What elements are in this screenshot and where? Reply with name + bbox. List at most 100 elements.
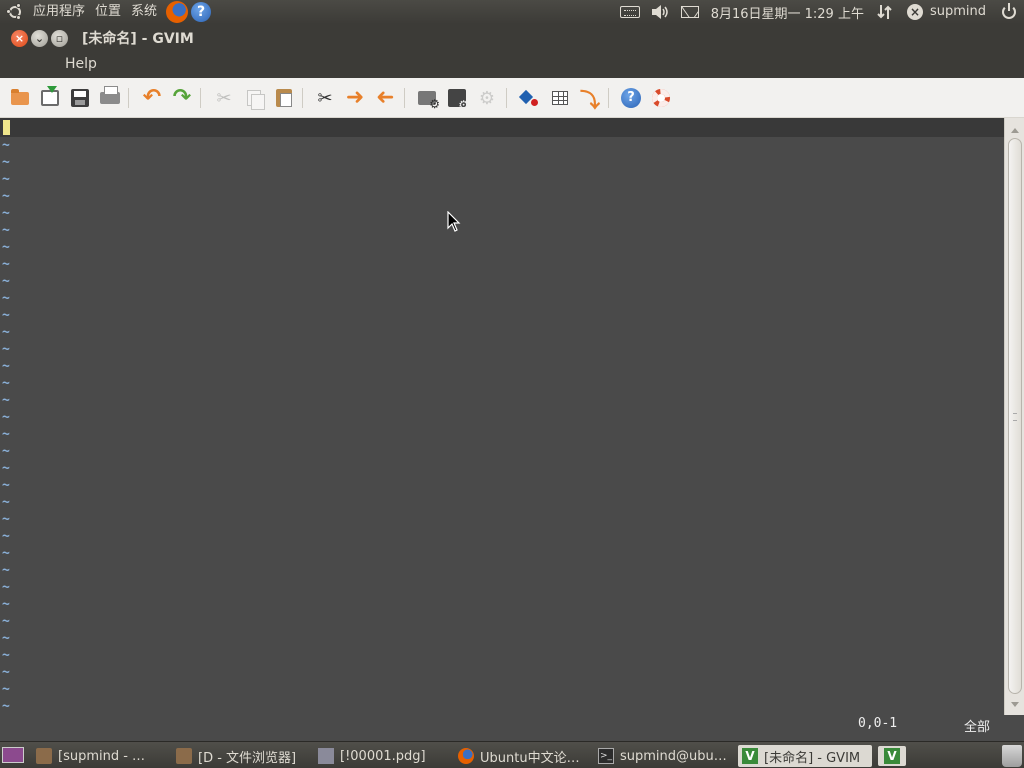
power-icon[interactable] xyxy=(998,1,1020,23)
cursor-position-ruler: 0,0-1 xyxy=(858,716,898,731)
window-titlebar[interactable]: × ⌄ ▫ [未命名] - GVIM xyxy=(0,24,1024,52)
user-status-icon[interactable]: × xyxy=(904,1,926,23)
find-replace-button[interactable]: ✂ xyxy=(313,86,337,110)
redo-button[interactable]: ↷ xyxy=(170,86,194,110)
empty-line-tilde: ~ xyxy=(2,597,10,612)
empty-line-tilde: ~ xyxy=(2,512,10,527)
volume-icon[interactable] xyxy=(649,1,671,23)
jump-to-tag-button[interactable]: ⤵ xyxy=(578,86,602,112)
paste-button[interactable] xyxy=(272,86,296,110)
find-previous-button[interactable]: ➜ xyxy=(373,85,397,110)
firefox-icon xyxy=(458,748,474,764)
arrow-left-icon: ➜ xyxy=(375,85,395,110)
ubuntu-logo-icon[interactable] xyxy=(6,3,24,21)
toolbar-separator xyxy=(404,88,405,108)
taskbar-item-firefox[interactable]: Ubuntu中文论… xyxy=(458,745,590,767)
arrow-right-icon: ➜ xyxy=(345,85,365,110)
toolbar-separator xyxy=(302,88,303,108)
lifebuoy-icon xyxy=(652,89,670,107)
empty-line-tilde: ~ xyxy=(2,359,10,374)
gear-icon: ⚙ xyxy=(478,87,496,109)
cut-button[interactable]: ✂ xyxy=(212,86,236,110)
empty-line-tilde: ~ xyxy=(2,155,10,170)
keyboard-icon[interactable] xyxy=(619,1,641,23)
taskbar-item-file-manager-supmind[interactable]: [supmind - … xyxy=(36,745,168,767)
user-name[interactable]: supmind xyxy=(930,0,994,24)
save-download-button[interactable] xyxy=(38,86,62,110)
help-button[interactable]: ? xyxy=(619,86,643,110)
toolbar: ↶ ↷ ✂ ✂ ➜ ➜ ⚙ ⤵ ? xyxy=(0,78,1024,118)
clock[interactable]: 8月16日星期一 1:29 上午 xyxy=(705,3,870,22)
empty-line-tilde: ~ xyxy=(2,325,10,340)
system-menu[interactable]: 系统 xyxy=(126,0,162,24)
save-session-button[interactable] xyxy=(445,86,469,112)
show-desktop-button[interactable] xyxy=(2,747,24,763)
close-window-button[interactable]: × xyxy=(11,29,28,47)
task-label: [!00001.pdg] xyxy=(340,748,426,764)
load-session-button[interactable] xyxy=(415,86,440,111)
empty-line-tilde: ~ xyxy=(2,699,10,714)
task-label: [未命名] - GVIM xyxy=(764,750,861,766)
minimize-window-button[interactable]: ⌄ xyxy=(31,29,48,47)
task-label: [D - 文件浏览器] xyxy=(198,750,297,766)
bottom-panel: [supmind - … [D - 文件浏览器] [!00001.pdg] Ub… xyxy=(0,741,1024,768)
table-icon xyxy=(552,91,568,105)
undo-button[interactable]: ↶ xyxy=(140,86,164,110)
copy-button[interactable] xyxy=(242,86,266,110)
empty-line-tilde: ~ xyxy=(2,665,10,680)
terminal-icon: >_ xyxy=(598,748,614,764)
load-session-icon xyxy=(418,91,440,111)
empty-line-tilde: ~ xyxy=(2,682,10,697)
folder-open-icon xyxy=(11,88,29,105)
save-button[interactable] xyxy=(68,86,92,110)
find-next-button[interactable]: ➜ xyxy=(343,86,367,110)
empty-line-tilde: ~ xyxy=(2,478,10,493)
scissors-icon: ✂ xyxy=(216,87,232,109)
taskbar-item-gvim[interactable]: V [未命名] - GVIM xyxy=(738,745,872,767)
network-icon[interactable] xyxy=(874,1,896,23)
toolbar-separator xyxy=(608,88,609,108)
menu-help[interactable]: Help xyxy=(65,56,97,72)
firefox-icon[interactable] xyxy=(166,1,189,23)
gvim-launcher-button[interactable]: V xyxy=(878,746,906,766)
taskbar-item-terminal[interactable]: >_ supmind@ubu… xyxy=(598,745,732,767)
empty-line-tilde: ~ xyxy=(2,342,10,357)
empty-line-tilde: ~ xyxy=(2,580,10,595)
taskbar-item-file-browser-d[interactable]: [D - 文件浏览器] xyxy=(176,745,308,767)
scroll-grip-icon xyxy=(1013,413,1017,421)
build-tags-button[interactable] xyxy=(548,86,572,110)
mail-icon[interactable] xyxy=(679,1,701,23)
empty-line-tilde: ~ xyxy=(2,393,10,408)
scroll-up-arrow-icon[interactable] xyxy=(1011,124,1019,133)
empty-line-tilde: ~ xyxy=(2,257,10,272)
trash-icon[interactable] xyxy=(1002,745,1022,767)
find-help-button[interactable] xyxy=(649,86,673,110)
taskbar-item-pdg-viewer[interactable]: [!00001.pdg] xyxy=(318,745,450,767)
maximize-window-button[interactable]: ▫ xyxy=(51,29,68,47)
printer-icon xyxy=(100,86,120,104)
empty-line-tilde: ~ xyxy=(2,648,10,663)
image-icon xyxy=(318,748,334,764)
help-icon[interactable]: ? xyxy=(191,2,212,22)
gvim-icon: V xyxy=(884,748,900,764)
make-button[interactable] xyxy=(517,86,541,110)
empty-line-tilde: ~ xyxy=(2,138,10,153)
open-file-button[interactable] xyxy=(8,86,32,110)
applications-menu[interactable]: 应用程序 xyxy=(28,0,90,24)
empty-line-tilde: ~ xyxy=(2,563,10,578)
places-menu[interactable]: 位置 xyxy=(90,0,126,24)
system-tray: 8月16日星期一 1:29 上午 × supmind xyxy=(615,0,1024,24)
editor-text-area[interactable]: ~ ~ ~ ~ ~ ~ ~ ~ ~ ~ ~ ~ ~ ~ ~ ~ ~ ~ ~ ~ ~ ~ ~ ~ ~ ~ ~ ~ ~ ~ ~ ~ ~ ~ xyxy=(0,118,1004,715)
empty-line-tilde: ~ xyxy=(2,240,10,255)
empty-line-tilde: ~ xyxy=(2,206,10,221)
toolbar-separator xyxy=(128,88,129,108)
print-button[interactable] xyxy=(98,86,122,110)
scroll-down-arrow-icon[interactable] xyxy=(1011,702,1019,711)
vertical-scrollbar[interactable] xyxy=(1004,118,1024,715)
scrollbar-thumb[interactable] xyxy=(1008,138,1022,694)
paste-icon xyxy=(276,89,292,107)
window-title: [未命名] - GVIM xyxy=(82,31,194,47)
empty-line-tilde: ~ xyxy=(2,189,10,204)
empty-line-tilde: ~ xyxy=(2,223,10,238)
run-script-button[interactable]: ⚙ xyxy=(475,86,499,110)
